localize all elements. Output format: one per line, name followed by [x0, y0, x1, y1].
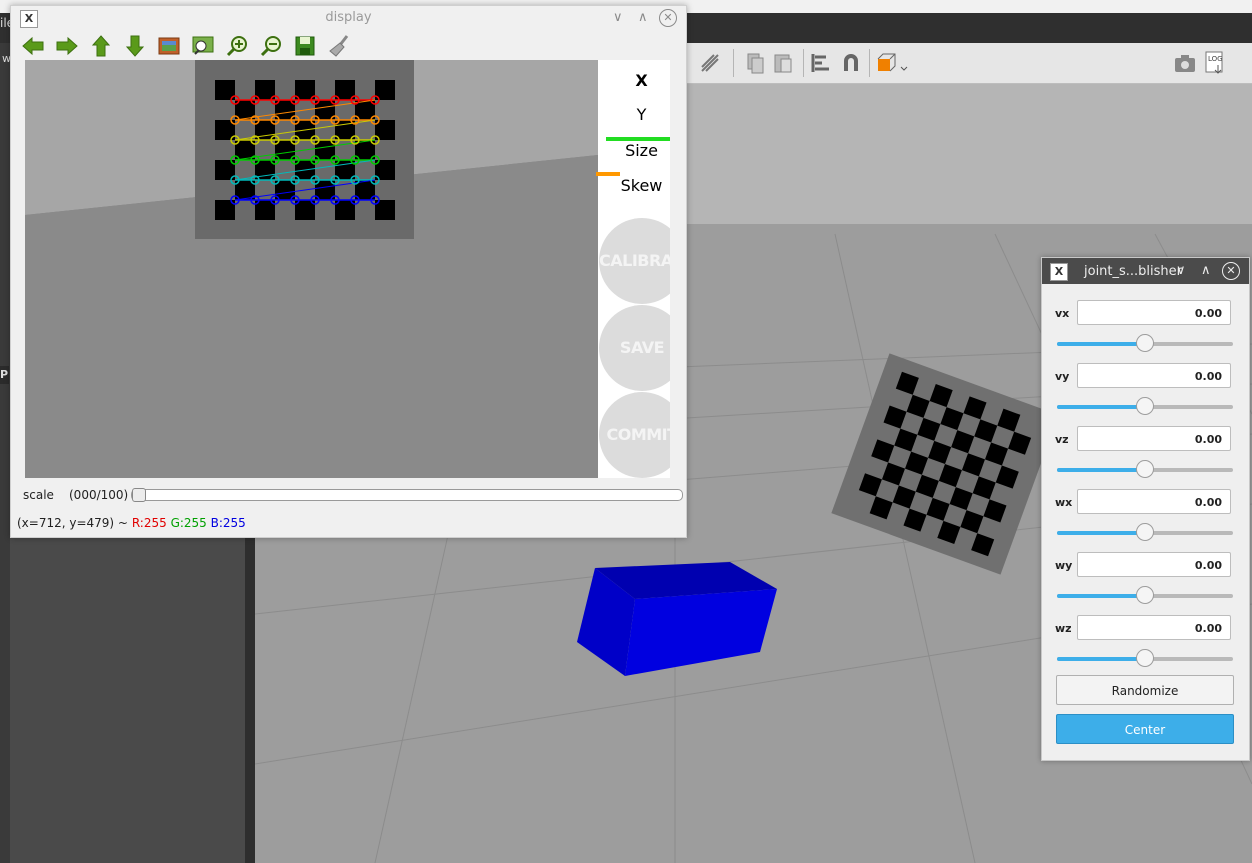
- joint-value-field-wz[interactable]: 0.00: [1077, 615, 1231, 640]
- center-button[interactable]: Center: [1056, 714, 1234, 744]
- toolbar-separator: [803, 49, 804, 77]
- joint-value-field-vz[interactable]: 0.00: [1077, 426, 1231, 451]
- joint-value-field-wx[interactable]: 0.00: [1077, 489, 1231, 514]
- arrow-left-icon[interactable]: [21, 34, 45, 58]
- joint-slider-handle[interactable]: [1136, 649, 1154, 667]
- y-progress-label: Y: [636, 105, 647, 124]
- copy-icon[interactable]: [743, 51, 767, 75]
- joint-slider-handle[interactable]: [1136, 523, 1154, 541]
- joint-slider-handle[interactable]: [1136, 460, 1154, 478]
- arrow-down-icon[interactable]: [123, 34, 147, 58]
- joint-slider-handle[interactable]: [1136, 586, 1154, 604]
- joint-slider-vy[interactable]: [1057, 397, 1233, 415]
- pixel-red-value: R:255: [131, 516, 167, 530]
- pixel-green-value: G:255: [170, 516, 207, 530]
- calibrate-button[interactable]: CALIBRATE: [599, 218, 670, 304]
- commit-button[interactable]: COMMIT: [599, 392, 670, 478]
- background-panel-label: P: [0, 366, 9, 384]
- save-icon[interactable]: [293, 34, 317, 58]
- paste-icon[interactable]: [771, 51, 795, 75]
- zoom-fit-icon[interactable]: [191, 34, 215, 58]
- joint-value-vy: 0.00: [1194, 370, 1222, 383]
- zoom-out-icon[interactable]: [259, 34, 283, 58]
- joint-slider-wy[interactable]: [1057, 586, 1233, 604]
- display-window: X display ∨ ∧ ✕ X Y Size Skew CALIBRA SA…: [10, 5, 687, 538]
- camera-icon[interactable]: [1173, 51, 1197, 75]
- joint-state-publisher-window: X joint_s...blisher ∨ ∧ ✕ vx 0.00 vy 0.00 vz…: [1041, 257, 1250, 761]
- cursor-coordinates: (x=712, y=479) ~: [17, 516, 128, 530]
- zoom-in-icon[interactable]: [225, 34, 249, 58]
- pixel-status-bar: (x=712, y=479) ~ R:255 G:255 B:255: [17, 516, 246, 530]
- joint-slider-fill: [1057, 342, 1145, 346]
- maximize-icon[interactable]: ∧: [638, 10, 648, 25]
- joint-value-wx: 0.00: [1194, 496, 1222, 509]
- joint-slider-vz[interactable]: [1057, 460, 1233, 478]
- image-icon[interactable]: [157, 34, 181, 58]
- scale-slider[interactable]: [131, 489, 683, 501]
- scale-slider-handle[interactable]: [132, 488, 146, 502]
- joint-value-field-vy[interactable]: 0.00: [1077, 363, 1231, 388]
- scale-value: (000/100): [69, 488, 129, 502]
- joint-slider-wz[interactable]: [1057, 649, 1233, 667]
- joint-label-vx: vx: [1055, 307, 1070, 320]
- skew-progress-label: Skew: [620, 176, 663, 195]
- joint-slider-wx[interactable]: [1057, 523, 1233, 541]
- calibration-image[interactable]: X Y Size Skew CALIBRATE SAVE COMMIT: [25, 60, 670, 478]
- close-icon[interactable]: ✕: [1222, 262, 1240, 280]
- joint-slider-fill: [1057, 405, 1145, 409]
- close-icon[interactable]: ✕: [659, 9, 677, 27]
- toolbar-separator: [733, 49, 734, 77]
- display-toolbar: [17, 34, 677, 60]
- joint-label-wx: wx: [1055, 496, 1073, 509]
- joint-value-wz: 0.00: [1194, 622, 1222, 635]
- pixel-blue-value: B:255: [210, 516, 246, 530]
- joint-slider-handle[interactable]: [1136, 397, 1154, 415]
- joint-value-vz: 0.00: [1194, 433, 1222, 446]
- joint-label-wz: wz: [1055, 622, 1072, 635]
- view-angle-icon[interactable]: [875, 51, 909, 75]
- log-icon[interactable]: LOG: [1203, 51, 1227, 75]
- scale-label: scale: [23, 488, 54, 502]
- x11-app-icon: X: [1050, 263, 1068, 281]
- clear-icon[interactable]: [327, 34, 351, 58]
- minimize-icon[interactable]: ∨: [613, 10, 623, 25]
- toolbar-separator: [869, 49, 870, 77]
- translate-mode-icon[interactable]: [698, 51, 722, 75]
- align-icon[interactable]: [810, 51, 834, 75]
- joint-slider-fill: [1057, 468, 1145, 472]
- joint-slider-handle[interactable]: [1136, 334, 1154, 352]
- arrow-right-icon[interactable]: [55, 34, 79, 58]
- joint-slider-vx[interactable]: [1057, 334, 1233, 352]
- window-title: display: [325, 10, 372, 25]
- joint-label-vz: vz: [1055, 433, 1069, 446]
- minimize-icon[interactable]: ∨: [1176, 263, 1186, 278]
- jsp-titlebar[interactable]: X joint_s...blisher ∨ ∧ ✕: [1042, 258, 1249, 284]
- x-progress-label: X: [635, 71, 648, 90]
- joint-label-vy: vy: [1055, 370, 1070, 383]
- snap-magnet-icon[interactable]: [839, 51, 863, 75]
- camera-image-render: [25, 60, 598, 478]
- joint-slider-fill: [1057, 531, 1145, 535]
- display-titlebar[interactable]: X display ∨ ∧ ✕: [11, 6, 686, 32]
- joint-value-vx: 0.00: [1194, 307, 1222, 320]
- window-title: joint_s...blisher: [1084, 264, 1183, 279]
- joint-value-wy: 0.00: [1194, 559, 1222, 572]
- size-progress-label: Size: [625, 141, 658, 160]
- maximize-icon[interactable]: ∧: [1201, 263, 1211, 278]
- save-button[interactable]: SAVE: [599, 305, 670, 391]
- joint-value-field-vx[interactable]: 0.00: [1077, 300, 1231, 325]
- background-left-edge: [0, 43, 10, 863]
- svg-text:LOG: LOG: [1208, 55, 1223, 63]
- joint-label-wy: wy: [1055, 559, 1073, 572]
- calibration-sidebar: X Y Size Skew CALIBRATE SAVE COMMIT: [596, 60, 670, 478]
- joint-slider-fill: [1057, 657, 1145, 661]
- arrow-up-icon[interactable]: [89, 34, 113, 58]
- randomize-button[interactable]: Randomize: [1056, 675, 1234, 705]
- joint-slider-fill: [1057, 594, 1145, 598]
- joint-value-field-wy[interactable]: 0.00: [1077, 552, 1231, 577]
